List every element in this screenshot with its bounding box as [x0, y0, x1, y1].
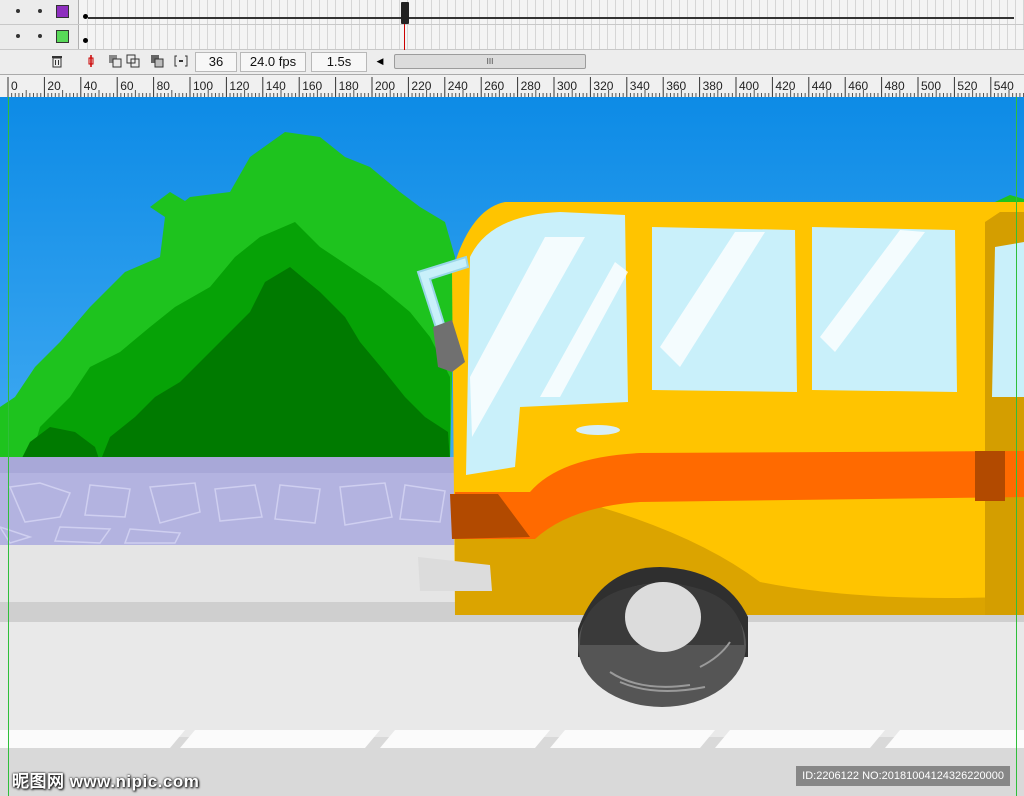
layer-1-lock-toggle[interactable] [38, 9, 42, 13]
ruler-label: 240 [448, 79, 468, 93]
ruler-label: 200 [375, 79, 395, 93]
lane-markings [0, 730, 1024, 748]
ruler-label: 360 [666, 79, 686, 93]
stage-canvas[interactable] [0, 97, 1024, 796]
layer-1-controls[interactable] [0, 0, 79, 24]
ruler-label: 440 [812, 79, 832, 93]
hubcap [625, 582, 701, 652]
ruler-label: 420 [775, 79, 795, 93]
stage-guide-left[interactable] [8, 97, 9, 796]
ruler-label: 160 [302, 79, 322, 93]
ruler-label: 0 [11, 79, 18, 93]
timeline-toolbar: 36 24.0 fps 1.5s ◀ III [0, 50, 1024, 75]
ruler-label: 80 [157, 79, 171, 93]
ruler-label: 520 [957, 79, 977, 93]
ruler-label: 40 [84, 79, 98, 93]
tween-arrow [88, 17, 1014, 19]
playhead[interactable] [401, 2, 409, 24]
ruler-label: 400 [739, 79, 759, 93]
horizontal-ruler: 0 20 40 60 80 100 120 140 160 180 200 220 240 260 280 3… [0, 75, 1024, 98]
keyframe-marker[interactable] [83, 38, 88, 43]
ruler-label: 100 [193, 79, 213, 93]
timeline-scrollbar[interactable]: ◀ III [372, 53, 586, 69]
ruler-label: 120 [229, 79, 249, 93]
watermark-site: 昵图网 www.nipic.com [12, 772, 200, 791]
ruler-label: 260 [484, 79, 504, 93]
layer-2-frames[interactable] [80, 25, 1024, 49]
scrollbar-thumb[interactable]: III [394, 54, 586, 69]
delete-layer-icon[interactable] [48, 53, 66, 71]
ruler-label: 300 [557, 79, 577, 93]
stage-guide-right[interactable] [1016, 97, 1017, 796]
onion-skin-outlines-icon[interactable] [124, 53, 142, 71]
ruler-label: 480 [885, 79, 905, 93]
onion-skin-icon[interactable] [106, 53, 124, 71]
ruler-label: 220 [411, 79, 431, 93]
scroll-left-arrow-icon[interactable]: ◀ [372, 53, 388, 69]
frame-rate-field[interactable]: 24.0 fps [240, 52, 306, 72]
ruler-label: 140 [266, 79, 286, 93]
ruler-label: 320 [593, 79, 613, 93]
ruler-label: 460 [848, 79, 868, 93]
current-frame-field[interactable]: 36 [195, 52, 237, 72]
ruler-label: 500 [921, 79, 941, 93]
ruler-label: 340 [630, 79, 650, 93]
ruler-label: 540 [994, 79, 1014, 93]
layer-2-outline-color[interactable] [56, 30, 69, 43]
layer-2-lock-toggle[interactable] [38, 34, 42, 38]
watermark-id: ID:2206122 NO:20181004124326220000 [796, 766, 1010, 786]
ruler-label: 180 [339, 79, 359, 93]
layer-1-outline-color[interactable] [56, 5, 69, 18]
edit-multiple-frames-icon[interactable] [148, 53, 166, 71]
center-frame-icon[interactable] [82, 53, 100, 71]
ruler-label: 20 [47, 79, 61, 93]
layer-1-hide-toggle[interactable] [16, 9, 20, 13]
ruler-label: 380 [703, 79, 723, 93]
layer-1-frames[interactable] [80, 0, 1024, 24]
scene-artwork [0, 97, 1024, 796]
side-window-3 [992, 242, 1024, 397]
timeline-layer-1[interactable] [0, 0, 1024, 25]
layer-2-controls[interactable] [0, 25, 79, 49]
modify-onion-markers-icon[interactable] [172, 53, 190, 71]
stone-wall [0, 457, 460, 545]
ruler-label: 280 [521, 79, 541, 93]
playhead-line [404, 24, 405, 50]
ruler-ticks: 0 20 40 60 80 100 120 140 160 180 200 220 240 260 280 3… [7, 77, 1024, 97]
layer-2-hide-toggle[interactable] [16, 34, 20, 38]
timeline-layer-2[interactable] [0, 25, 1024, 50]
elapsed-time-field[interactable]: 1.5s [311, 52, 367, 72]
ruler-label: 60 [120, 79, 134, 93]
